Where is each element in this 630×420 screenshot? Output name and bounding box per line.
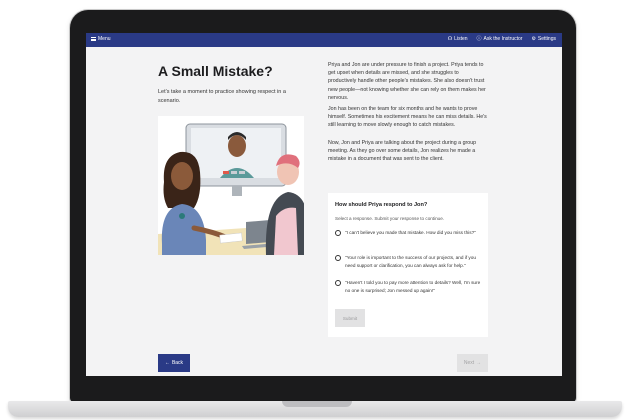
meeting-illustration-image (158, 123, 304, 255)
ask-instructor-label: Ask the Instructor (483, 36, 523, 42)
gear-icon: ⚙ (531, 35, 536, 42)
hamburger-icon (91, 37, 96, 41)
arrow-left-icon: ← (164, 360, 170, 366)
listen-button[interactable]: ☊ Listen (448, 36, 468, 42)
top-actions: ☊ Listen ⓘ Ask the Instructor ⚙ Settings (448, 36, 556, 42)
top-bar: Menu ☊ Listen ⓘ Ask the Instructor ⚙ Set… (86, 33, 562, 47)
radio-button[interactable] (335, 280, 341, 286)
next-button[interactable]: Next → (457, 354, 488, 372)
settings-label: Settings (537, 36, 556, 42)
response-option-1[interactable]: "I can't believe you made that mistake. … (335, 229, 485, 237)
help-circle-icon: ⓘ (476, 35, 482, 42)
response-option-3[interactable]: "Haven't I told you to pay more attentio… (335, 279, 485, 294)
app-screen: Menu ☊ Listen ⓘ Ask the Instructor ⚙ Set… (86, 33, 562, 376)
menu-button[interactable]: Menu (91, 36, 111, 42)
submit-button[interactable]: Submit (335, 309, 365, 327)
question-instruction: Select a response. Submit your response … (335, 216, 445, 221)
response-option-2[interactable]: "Your role is important to the success o… (335, 254, 485, 269)
scenario-paragraph-3: Now, Jon and Priya are talking about the… (328, 140, 477, 163)
laptop-notch (282, 401, 352, 407)
scenario-paragraph-1: Priya and Jon are under pressure to fini… (328, 62, 486, 101)
question-title: How should Priya respond to Jon? (335, 202, 428, 208)
back-label: Back (171, 360, 184, 366)
next-label: Next (463, 360, 475, 366)
scenario-illustration (158, 116, 304, 255)
response-option-text: "Haven't I told you to pay more attentio… (345, 280, 481, 293)
question-card: How should Priya respond to Jon? Select … (328, 193, 488, 337)
radio-button[interactable] (335, 255, 341, 261)
arrow-right-icon: → (476, 360, 482, 366)
response-option-text: "I can't believe you made that mistake. … (345, 230, 476, 235)
radio-button[interactable] (335, 230, 341, 236)
settings-button[interactable]: ⚙ Settings (531, 36, 556, 42)
back-button[interactable]: ← Back (158, 354, 190, 372)
headphones-icon: ☊ (447, 35, 453, 42)
ask-instructor-button[interactable]: ⓘ Ask the Instructor (477, 36, 523, 42)
menu-label: Menu (98, 36, 111, 42)
listen-label: Listen (454, 36, 468, 42)
page-title: A Small Mistake? (158, 63, 273, 79)
scenario-paragraph-2: Jon has been on the team for six months … (328, 106, 487, 129)
response-option-text: "Your role is important to the success o… (345, 255, 476, 268)
page-subtitle: Let's take a moment to practice showing … (158, 89, 286, 104)
